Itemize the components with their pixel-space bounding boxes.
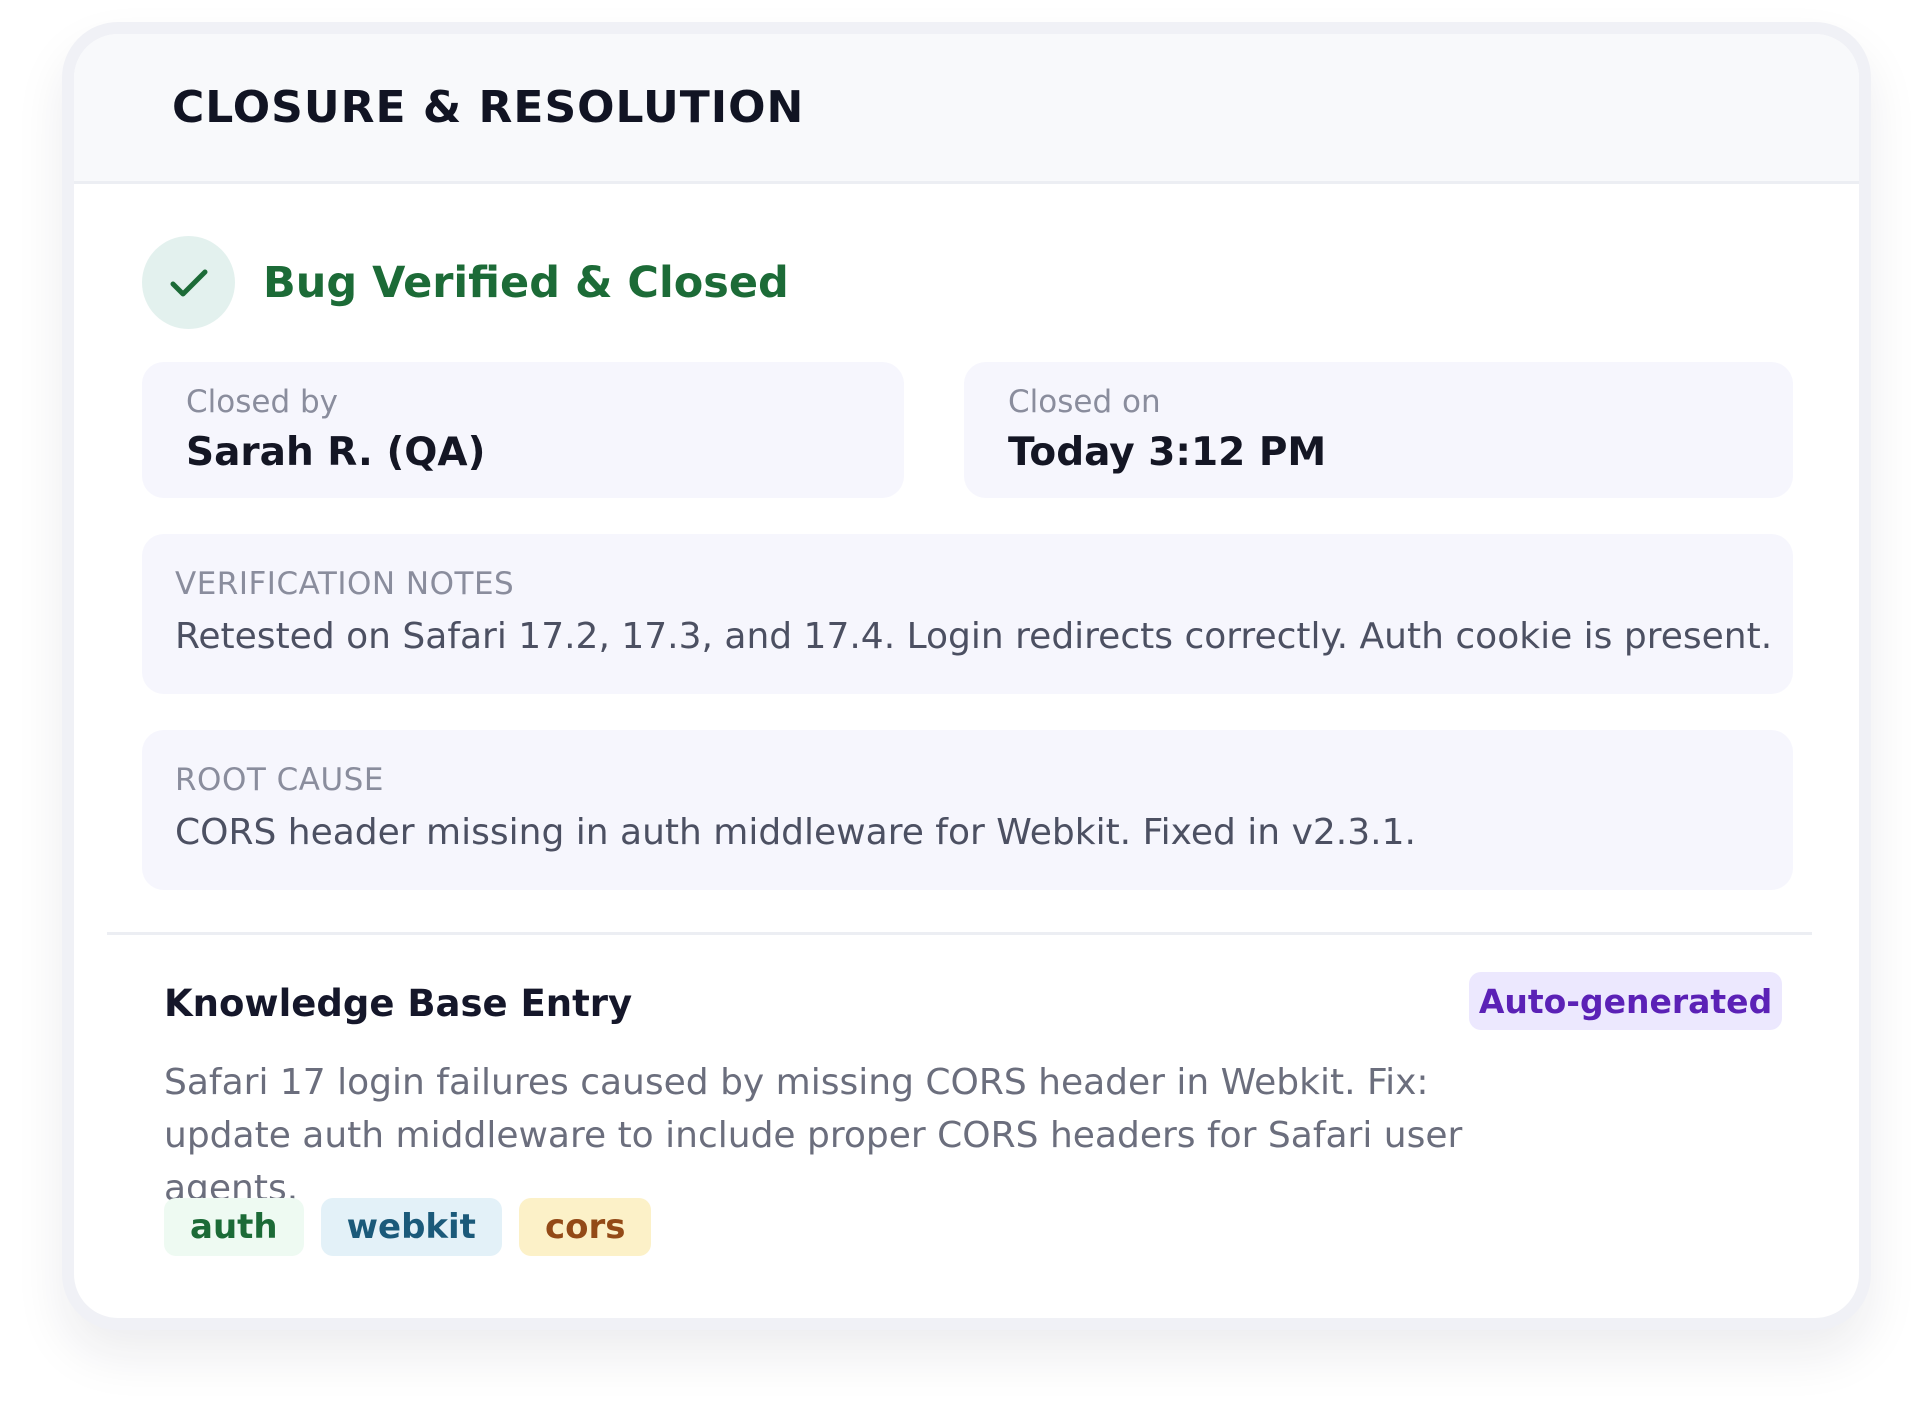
tag-auth[interactable]: auth	[164, 1198, 304, 1256]
card-header: CLOSURE & RESOLUTION	[74, 34, 1859, 184]
auto-generated-badge: Auto-generated	[1469, 972, 1782, 1030]
closed-on-value: Today 3:12 PM	[1008, 430, 1327, 475]
closed-by-value: Sarah R. (QA)	[186, 430, 486, 475]
root-cause-label: ROOT CAUSE	[175, 762, 384, 798]
closed-by-box: Closed by Sarah R. (QA)	[142, 362, 904, 498]
verification-notes-text: Retested on Safari 17.2, 17.3, and 17.4.…	[175, 616, 1773, 657]
knowledge-base-description: Safari 17 login failures caused by missi…	[164, 1062, 1463, 1209]
closure-resolution-card: CLOSURE & RESOLUTION Bug Verified & Clos…	[62, 22, 1871, 1330]
status-row: Bug Verified & Closed	[142, 236, 789, 329]
root-cause-box: ROOT CAUSE CORS header missing in auth m…	[142, 730, 1793, 890]
verification-notes-box: VERIFICATION NOTES Retested on Safari 17…	[142, 534, 1793, 694]
section-divider	[107, 932, 1812, 935]
card-title: CLOSURE & RESOLUTION	[172, 82, 805, 133]
tag-cors[interactable]: cors	[518, 1198, 652, 1256]
knowledge-base-title: Knowledge Base Entry	[164, 982, 633, 1025]
check-icon	[142, 236, 235, 329]
verification-notes-label: VERIFICATION NOTES	[175, 566, 515, 602]
closed-by-label: Closed by	[186, 384, 339, 420]
tag-webkit[interactable]: webkit	[320, 1198, 502, 1256]
closed-on-box: Closed on Today 3:12 PM	[964, 362, 1793, 498]
closed-on-label: Closed on	[1008, 384, 1161, 420]
tag-list: auth webkit cors	[164, 1198, 652, 1256]
status-title: Bug Verified & Closed	[263, 257, 789, 308]
root-cause-text: CORS header missing in auth middleware f…	[175, 812, 1416, 853]
